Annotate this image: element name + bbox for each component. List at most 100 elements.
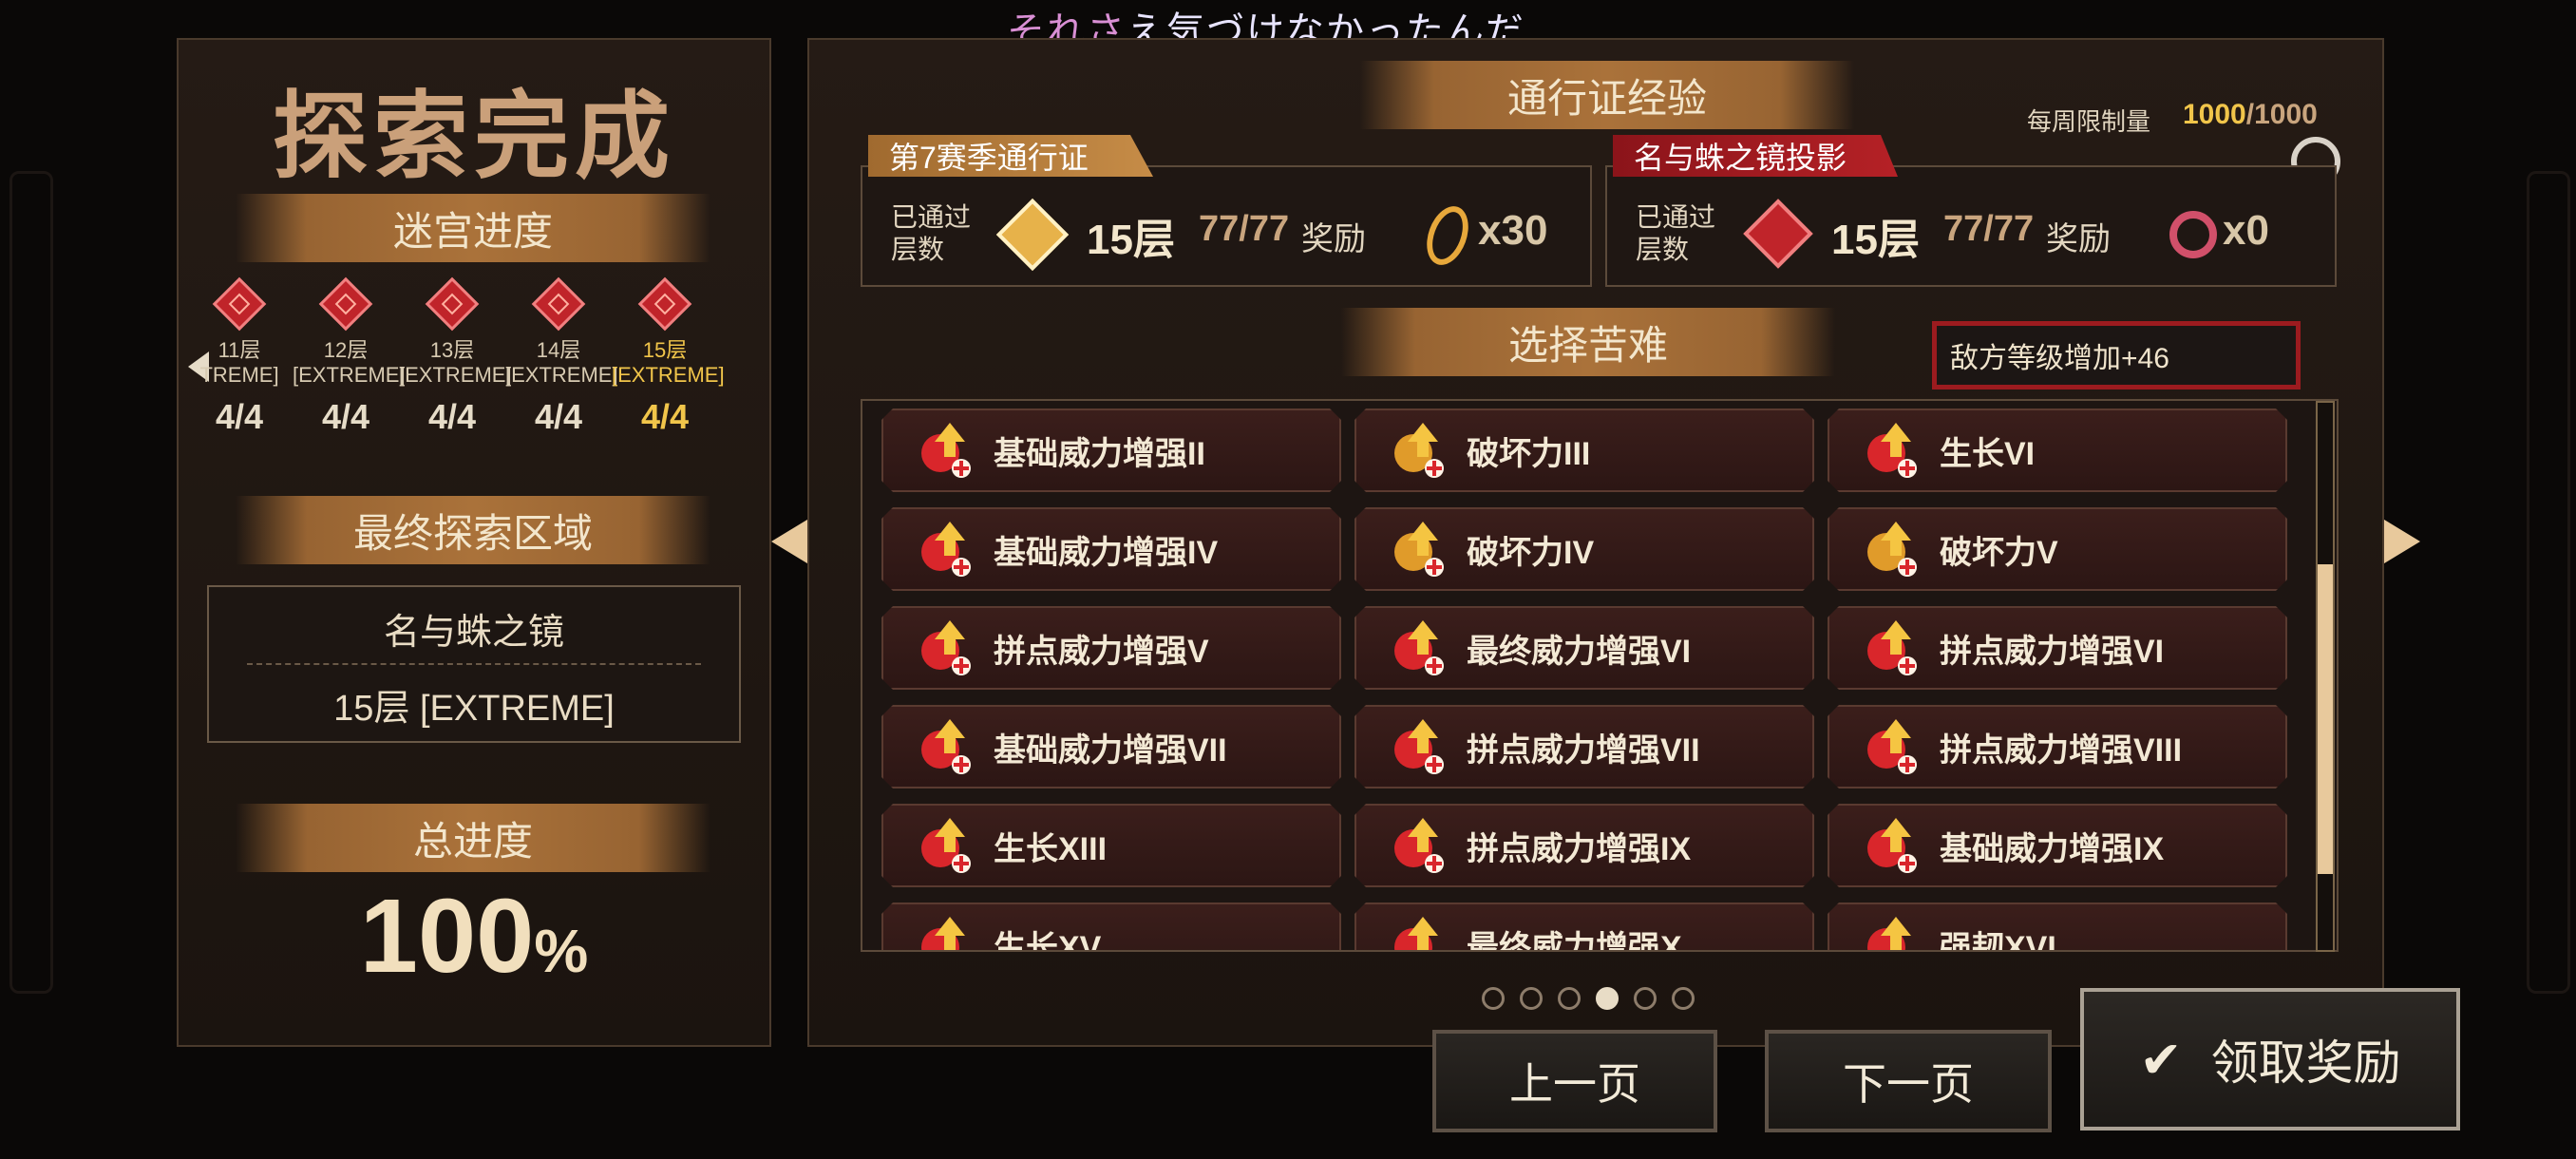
hardship-card[interactable]: 生长XV [881, 902, 1341, 952]
next-page-button[interactable]: 下一页 [1765, 1030, 2052, 1132]
hardship-card[interactable]: 拼点威力增强VII [1354, 705, 1814, 788]
page-dot-active[interactable] [1596, 987, 1619, 1010]
reward-panel: 通行证经验 每周限制量 1000/1000 已通过 层数 15层 77/77 奖励… [807, 38, 2384, 1047]
hardship-card[interactable]: 最终威力增强VI [1354, 606, 1814, 690]
cross-swords-up-icon [912, 615, 978, 681]
hardship-card[interactable]: 基础威力增强VII [881, 705, 1341, 788]
season-pass-tag: 第7赛季通行证 [868, 135, 1153, 177]
mirror-pass-ratio: 77/77 [1943, 209, 2035, 249]
season-pass-reward-count: x30 [1478, 207, 1548, 254]
left-border-decoration [9, 171, 53, 994]
hardship-card-label: 最终威力增强X [1467, 929, 1682, 952]
floor-seal-icon [426, 277, 479, 331]
sword-up-icon [912, 713, 978, 780]
floor-item: 13层 [EXTREME] 4/4 [399, 277, 512, 505]
passed-floors-label: 已通过 层数 [891, 202, 972, 264]
page-indicator [1482, 984, 1710, 1013]
weekly-limit-value: 1000/1000 [2183, 99, 2318, 130]
floor-item-current: 15层 [EXTREME] 4/4 [612, 277, 725, 505]
hardship-card-label: 生长XIII [994, 830, 1108, 867]
cross-swords-up-icon [1385, 713, 1451, 780]
coin-break-icon [1385, 417, 1451, 484]
shield-up-icon [1858, 911, 1924, 952]
season-pass-ratio: 77/77 [1199, 209, 1290, 249]
hardship-card[interactable]: 基础威力增强IX [1828, 804, 2287, 887]
hardship-card-list: 基础威力增强II 破坏力III 生长VI 基础威力增强IV 破坏力IV 破坏力V 拼点威力增… [861, 399, 2339, 952]
floor-seal-icon [213, 277, 266, 331]
floor-seal-icon [638, 277, 691, 331]
hardship-card[interactable]: 生长XIII [881, 804, 1341, 887]
hardship-card[interactable]: 拼点威力增强V [881, 606, 1341, 690]
claim-reward-label: 领取奖励 [2210, 1036, 2401, 1090]
hardship-card[interactable]: 拼点威力增强IX [1354, 804, 1814, 887]
mirror-seal-icon [1743, 199, 1813, 269]
floor-item: 12层 [EXTREME] 4/4 [293, 277, 406, 505]
divider [247, 663, 701, 665]
cross-swords-up-icon [1858, 713, 1924, 780]
claim-reward-button[interactable]: ✔ 领取奖励 [2080, 988, 2460, 1130]
fist-up-icon [1385, 911, 1451, 952]
page-dot[interactable] [1558, 987, 1581, 1010]
hardship-card[interactable]: 基础威力增强IV [881, 507, 1341, 591]
hardship-card[interactable]: 破坏力V [1828, 507, 2287, 591]
season-pass-floor: 15层 [1087, 217, 1175, 263]
sword-up-icon [912, 417, 978, 484]
hardship-card-label: 拼点威力增强VI [1940, 633, 2165, 670]
mirror-pass-box: 已通过 层数 15层 77/77 奖励 x0 [1605, 165, 2337, 287]
scrollbar-thumb[interactable] [2318, 564, 2333, 874]
final-area-heading: 最终探索区域 [236, 496, 710, 564]
cross-swords-up-icon [1385, 812, 1451, 879]
hardship-card[interactable]: 拼点威力增强VI [1828, 606, 2287, 690]
previous-page-button[interactable]: 上一页 [1432, 1030, 1717, 1132]
floor-score: 4/4 [321, 397, 370, 436]
hardship-card-label: 基础威力增强VII [994, 732, 1227, 769]
page-dot[interactable] [1482, 987, 1505, 1010]
heart-up-icon [1858, 417, 1924, 484]
floor-score: 4/4 [640, 397, 690, 436]
floor-progress-list: 11层 TREME] 4/4 12层 [EXTREME] 4/4 13层 [EX… [186, 277, 756, 505]
right-border-decoration [2527, 171, 2570, 994]
floor-score: 4/4 [534, 397, 583, 436]
exploration-complete-title: 探索完成 [273, 84, 675, 190]
page-dot[interactable] [1672, 987, 1695, 1010]
weekly-limit-label: 每周限制量 [2027, 107, 2151, 136]
ribbon-reward-icon [2169, 211, 2217, 258]
hardship-card-label: 拼点威力增强IX [1467, 830, 1692, 867]
hardship-card-label: 基础威力增强II [994, 435, 1205, 472]
pass-token-icon [1419, 200, 1476, 271]
hardship-card[interactable]: 破坏力III [1354, 408, 1814, 492]
hardship-card-label: 拼点威力增强VIII [1940, 732, 2183, 769]
heart-up-icon [912, 812, 978, 879]
coin-break-icon [1385, 516, 1451, 582]
hardship-card[interactable]: 破坏力IV [1354, 507, 1814, 591]
mirror-pass-reward-count: x0 [2223, 207, 2269, 254]
page-dot[interactable] [1634, 987, 1657, 1010]
hardship-card[interactable]: 最终威力增强X [1354, 902, 1814, 952]
fist-up-icon [1385, 615, 1451, 681]
hardship-card-label: 拼点威力增强V [994, 633, 1209, 670]
hardship-card-label: 破坏力III [1467, 435, 1591, 472]
hardship-card[interactable]: 拼点威力增强VIII [1828, 705, 2287, 788]
final-area-box: 名与蛛之镜 15层 [EXTREME] [207, 585, 741, 743]
passed-floors-label: 已通过 层数 [1636, 202, 1716, 264]
enemy-level-indicator: 敌方等级增加+46 [1932, 321, 2301, 390]
heart-up-icon [912, 911, 978, 952]
hardship-card[interactable]: 基础威力增强II [881, 408, 1341, 492]
hardship-card-label: 拼点威力增强VII [1467, 732, 1700, 769]
pass-exp-heading: 通行证经验 [1360, 61, 1854, 129]
page-dot[interactable] [1520, 987, 1543, 1010]
floor-seal-icon [319, 277, 372, 331]
hardship-card[interactable]: 生长VI [1828, 408, 2287, 492]
hardship-card-label: 生长VI [1940, 435, 2036, 472]
final-area-floor: 15层 [EXTREME] [333, 689, 615, 729]
mirror-pass-tag: 名与蛛之镜投影 [1613, 135, 1898, 177]
floor-score: 4/4 [215, 397, 264, 436]
total-progress-value: 100% [359, 878, 589, 995]
card-list-scrollbar[interactable] [2316, 401, 2335, 952]
season-pass-reward-label: 奖励 [1301, 221, 1366, 257]
checkmark-icon: ✔ [2139, 1031, 2183, 1089]
floor-item: 14层 [EXTREME] 4/4 [505, 277, 618, 505]
hardship-card[interactable]: 强韧XVI [1828, 902, 2287, 952]
sword-up-icon [1858, 812, 1924, 879]
hardship-card-label: 基础威力增强IV [994, 534, 1219, 571]
